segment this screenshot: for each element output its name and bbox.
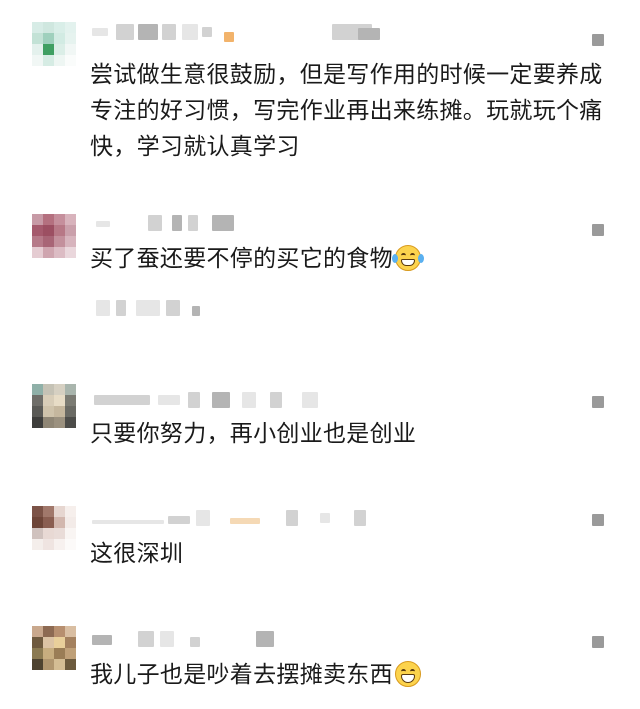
avatar[interactable] — [32, 214, 76, 258]
like-icon[interactable] — [592, 636, 604, 648]
redacted-username — [92, 631, 532, 647]
redacted-username — [92, 510, 532, 526]
avatar[interactable] — [32, 506, 76, 550]
avatar[interactable] — [32, 626, 76, 670]
like-icon[interactable] — [592, 224, 604, 236]
avatar[interactable] — [32, 384, 76, 428]
redacted-username — [92, 24, 532, 42]
avatar[interactable] — [32, 22, 76, 66]
comment-text: 只要你努力，再小创业也是创业 — [90, 421, 417, 447]
redacted-username — [92, 215, 532, 231]
comment-text-content: 我儿子也是吵着去摆摊卖东西 — [90, 662, 393, 688]
like-icon[interactable] — [592, 396, 604, 408]
comment-text: 我儿子也是吵着去摆摊卖东西 — [90, 657, 622, 693]
laughing-crying-emoji-icon — [391, 245, 424, 271]
redacted-username — [92, 392, 532, 408]
grinning-emoji-icon — [394, 661, 421, 687]
like-icon[interactable] — [592, 34, 604, 46]
comment-text-content: 买了蚕还要不停的买它的食物 — [90, 246, 393, 272]
comment-text: 尝试做生意很鼓励，但是写作用的时候一定要养成专注的好习惯，写完作业再出来练摊。玩… — [90, 62, 603, 160]
comment-text: 买了蚕还要不停的买它的食物 — [90, 241, 622, 277]
redacted-subtext — [96, 300, 316, 316]
like-icon[interactable] — [592, 514, 604, 526]
comment-text: 这很深圳 — [90, 541, 184, 567]
